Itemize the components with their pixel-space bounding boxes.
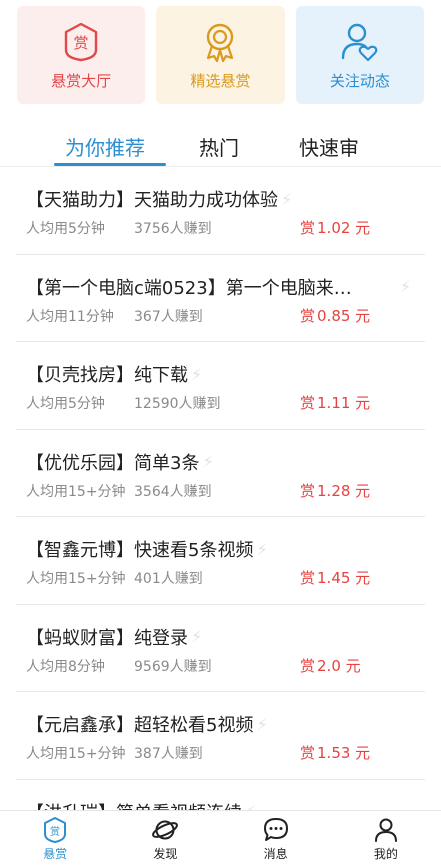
card-selected-rewards[interactable]: 精选悬赏 [156, 6, 285, 104]
nav-label: 消息 [263, 846, 288, 861]
task-reward: 赏 1.45 元 [300, 569, 371, 587]
person-icon [374, 818, 397, 842]
task-title: 【优优乐园】简单3条 ⚡ [26, 452, 214, 474]
user-heart-icon [341, 23, 378, 61]
task-reward: 赏 0.85 元 [300, 306, 371, 325]
nav-label: 发现 [153, 846, 178, 861]
lightning-icon: ⚡ [281, 189, 293, 209]
task-row[interactable]: 【优优乐园】简单3条 ⚡ 人均用15+分钟 3564人赚到 赏 1.28 元 [16, 430, 425, 517]
tab-hot[interactable]: 热门 [199, 132, 239, 161]
task-row[interactable]: 【天猫助力】天猫助力成功体验 ⚡ 人均用5分钟 3756人赚到 赏 1.02 元 [16, 167, 425, 255]
task-reward: 赏 1.02 元 [300, 219, 371, 237]
category-tabs: 为你推荐 热门 快速审 [0, 128, 441, 168]
feature-cards: 赏 悬赏大厅 精选悬赏 关注动态 [17, 6, 424, 104]
card-follow-updates[interactable]: 关注动态 [295, 6, 424, 104]
task-avg-time: 人均用15+分钟 [26, 483, 126, 500]
reward-symbol: 赏 [300, 569, 316, 587]
reward-symbol: 赏 [300, 394, 316, 412]
task-earned-count: 12590人赚到 [134, 396, 221, 412]
task-earned-count: 9569人赚到 [134, 658, 212, 675]
task-reward: 赏 1.53 元 [300, 744, 371, 762]
task-reward: 赏 1.28 元 [300, 481, 371, 500]
lightning-icon: ⚡ [256, 714, 268, 734]
task-row[interactable]: 【贝壳找房】纯下载 ⚡ 人均用5分钟 12590人赚到 赏 1.11 元 [16, 342, 425, 430]
task-title: 【第一个电脑c端0523】第一个电脑来… [26, 277, 352, 299]
task-reward: 赏 2.0 元 [300, 656, 361, 675]
task-avg-time: 人均用11分钟 [26, 308, 114, 325]
reward-symbol: 赏 [300, 656, 316, 675]
task-title: 【天猫助力】天猫助力成功体验 ⚡ [26, 189, 293, 212]
lightning-icon: ⚡ [191, 364, 203, 384]
reward-hall-icon: 赏 [64, 22, 98, 61]
task-row[interactable]: 【第一个电脑c端0523】第一个电脑来… ⚡ 人均用11分钟 367人赚到 赏0… [16, 255, 425, 342]
lightning-icon: ⚡ [202, 452, 214, 471]
task-avg-time: 人均用15+分钟 [26, 746, 126, 762]
reward-icon: 赏 [44, 816, 67, 843]
reward-symbol: 赏 [300, 744, 316, 762]
task-title: 【元启鑫承】超轻松看5视频 ⚡ [26, 714, 268, 737]
reward-symbol: 赏 [300, 481, 316, 500]
task-avg-time: 人均用5分钟 [26, 221, 105, 237]
award-badge-icon [207, 23, 234, 62]
card-reward-hall[interactable]: 赏 悬赏大厅 [17, 6, 146, 104]
task-title: 【智鑫元博】快速看5条视频 ⚡ [26, 539, 268, 562]
task-row[interactable]: 【蚂蚁财富】纯登录 ⚡ 人均用8分钟 9569人赚到 赏 2.0 元 [16, 605, 425, 692]
nav-reward[interactable]: 赏 悬赏 [0, 811, 110, 866]
task-avg-time: 人均用8分钟 [26, 658, 105, 675]
lightning-icon: ⚡ [256, 539, 268, 559]
tab-recommended[interactable]: 为你推荐 [65, 132, 145, 161]
nav-messages[interactable]: 消息 [221, 811, 331, 866]
card-label: 关注动态 [329, 71, 390, 90]
task-reward: 赏 1.11 元 [300, 394, 371, 412]
task-title: 【贝壳找房】纯下载 ⚡ [26, 364, 203, 387]
reward-symbol: 赏 [300, 306, 316, 325]
task-list: 【天猫助力】天猫助力成功体验 ⚡ 人均用5分钟 3756人赚到 赏 1.02 元 【… [0, 167, 441, 866]
planet-icon [152, 820, 179, 839]
task-earned-count: 3756人赚到 [134, 221, 212, 237]
nav-label: 悬赏 [43, 846, 68, 861]
task-row[interactable]: 【智鑫元博】快速看5条视频 ⚡ 人均用15+分钟 401人赚到 赏 1.45 元 [16, 517, 425, 605]
tab-quick-review[interactable]: 快速审 [299, 132, 359, 161]
svg-text:赏: 赏 [74, 34, 89, 52]
nav-label: 我的 [373, 846, 398, 861]
card-label: 精选悬赏 [190, 71, 251, 90]
nav-me[interactable]: 我的 [331, 811, 441, 866]
nav-discover[interactable]: 发现 [110, 811, 220, 866]
reward-symbol: 赏 [300, 219, 316, 237]
lightning-icon: ⚡ [399, 276, 411, 296]
bottom-navigation: 赏 悬赏 发现 消息 我的 [0, 810, 441, 866]
task-earned-count: 401人赚到 [134, 571, 203, 587]
task-avg-time: 人均用5分钟 [26, 396, 105, 412]
task-title: 【蚂蚁财富】纯登录 ⚡ [26, 627, 203, 649]
task-earned-count: 3564人赚到 [134, 483, 212, 500]
task-row[interactable]: 【元启鑫承】超轻松看5视频 ⚡ 人均用15+分钟 387人赚到 赏 1.53 元 [16, 692, 425, 780]
card-label: 悬赏大厅 [51, 71, 112, 90]
chat-bubble-icon [263, 817, 288, 841]
task-earned-count: 387人赚到 [134, 746, 203, 762]
lightning-icon: ⚡ [191, 627, 203, 646]
svg-text:赏: 赏 [50, 826, 60, 838]
task-earned-count: 367人赚到 [134, 308, 203, 325]
task-avg-time: 人均用15+分钟 [26, 571, 126, 587]
